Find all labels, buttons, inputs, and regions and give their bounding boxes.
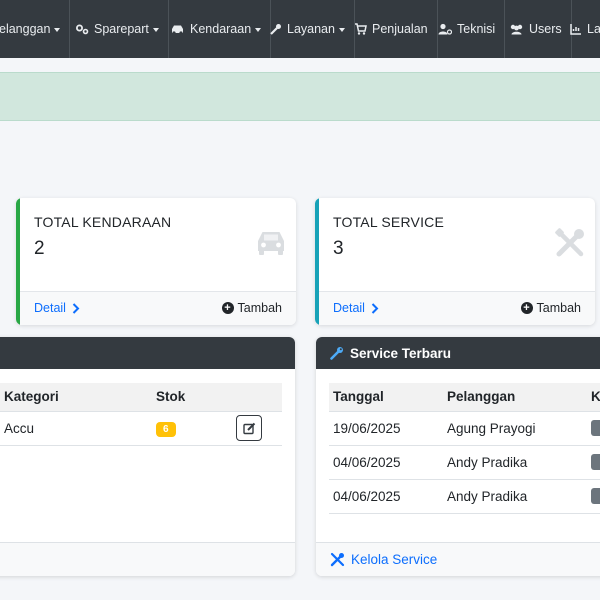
tools-icon xyxy=(553,226,587,265)
plus-circle-icon: + xyxy=(221,302,234,314)
card-footer: Detail + Tambah xyxy=(319,291,595,325)
car-icon xyxy=(172,25,183,35)
detail-label: Detail xyxy=(34,301,66,315)
status-badge xyxy=(591,420,600,437)
users-group-icon xyxy=(510,24,523,35)
col-header-stok: Stok xyxy=(152,383,232,412)
tambah-link[interactable]: + Tambah xyxy=(221,301,282,315)
nav-label: Teknisi xyxy=(457,22,496,36)
detail-link[interactable]: Detail xyxy=(333,301,379,315)
cell-status xyxy=(587,445,600,480)
nav-item-pelanggan[interactable]: elanggan xyxy=(0,0,71,58)
cell-stok: 6 xyxy=(152,411,232,446)
service-panel: Service Terbaru Tanggal Pelanggan K 19/0… xyxy=(316,337,600,576)
table-row: 04/06/2025 Andy Pradika xyxy=(329,445,600,480)
cogs-icon xyxy=(76,24,89,35)
detail-label: Detail xyxy=(333,301,365,315)
nav-item-kendaraan[interactable]: Kendaraan xyxy=(161,0,272,58)
col-header-pelanggan: Pelanggan xyxy=(443,383,587,412)
cell-tanggal: 19/06/2025 xyxy=(329,411,443,446)
card-value: 2 xyxy=(34,238,45,259)
plus-circle-icon: + xyxy=(520,302,533,314)
cell-kategori: Accu xyxy=(0,411,152,446)
table-header-row: Tanggal Pelanggan K xyxy=(329,383,600,412)
stok-badge: 6 xyxy=(156,421,176,437)
col-header-kategori: Kategori xyxy=(0,383,152,412)
nav-label: elanggan xyxy=(0,22,51,36)
kelola-service-label: Kelola Service xyxy=(351,552,438,567)
sparepart-panel: Kategori Stok Accu 6 xyxy=(0,337,295,576)
edit-button[interactable] xyxy=(236,415,262,441)
table-header-row: Kategori Stok xyxy=(0,383,282,412)
chevron-right-icon xyxy=(72,302,80,314)
cell-pelanggan: Andy Pradika xyxy=(443,479,587,514)
card-title: TOTAL SERVICE xyxy=(333,214,445,230)
cell-tanggal: 04/06/2025 xyxy=(329,445,443,480)
chart-icon xyxy=(570,24,581,35)
sparepart-table: Kategori Stok Accu 6 xyxy=(0,383,282,446)
card-footer: Detail + Tambah xyxy=(20,291,296,325)
tambah-label: Tambah xyxy=(536,301,581,315)
col-header-tanggal: Tanggal xyxy=(329,383,443,412)
caret-down-icon xyxy=(54,27,61,32)
col-header-k: K xyxy=(587,383,600,412)
detail-link[interactable]: Detail xyxy=(34,301,80,315)
service-table: Tanggal Pelanggan K 19/06/2025 Agung Pra… xyxy=(329,383,600,514)
edit-icon xyxy=(242,422,255,434)
card-title: TOTAL KENDARAAN xyxy=(34,214,172,230)
cell-status xyxy=(587,411,600,446)
nav-label: Sparepart xyxy=(94,22,149,36)
kelola-service-link[interactable]: Kelola Service xyxy=(316,542,600,576)
cell-aksi xyxy=(232,411,282,446)
status-badge xyxy=(591,454,600,471)
table-row: 19/06/2025 Agung Prayogi xyxy=(329,411,600,446)
nav-item-sparepart[interactable]: Sparepart xyxy=(66,0,169,58)
cell-pelanggan: Agung Prayogi xyxy=(443,411,587,446)
tambah-label: Tambah xyxy=(237,301,282,315)
tools-icon xyxy=(330,552,345,567)
wrench-icon xyxy=(270,24,281,35)
panel-header xyxy=(0,337,295,369)
wrench-icon xyxy=(330,347,343,360)
content-header xyxy=(0,121,600,181)
status-badge xyxy=(591,488,600,505)
user-gear-icon xyxy=(438,23,452,35)
car-icon xyxy=(254,228,288,261)
nav-label: Kendaraan xyxy=(190,22,252,36)
panel-footer xyxy=(0,542,295,576)
col-header-aksi xyxy=(232,383,282,412)
card-value: 3 xyxy=(333,238,344,259)
nav-label: Penjualan xyxy=(372,22,428,36)
nav-item-penjualan[interactable]: Penjualan xyxy=(345,0,438,58)
nav-item-teknisi[interactable]: Teknisi xyxy=(429,0,506,58)
panel-title: Service Terbaru xyxy=(350,345,452,361)
chevron-right-icon xyxy=(371,302,379,314)
nav-label: Lap xyxy=(587,22,600,36)
card-total-service: TOTAL SERVICE 3 Detail + Tambah xyxy=(315,198,595,325)
table-row: Accu 6 xyxy=(0,411,282,446)
top-navbar: elanggan Sparepart Kendaraan Layanan Pen… xyxy=(0,0,600,58)
nav-label: Users xyxy=(529,22,562,36)
nav-item-layanan[interactable]: Layanan xyxy=(261,0,355,58)
cell-pelanggan: Andy Pradika xyxy=(443,445,587,480)
caret-down-icon xyxy=(152,27,159,32)
success-alert xyxy=(0,72,600,121)
cell-tanggal: 04/06/2025 xyxy=(329,479,443,514)
panel-header: Service Terbaru xyxy=(316,337,600,369)
cart-icon xyxy=(355,23,367,35)
nav-item-laporan[interactable]: Lap xyxy=(561,0,600,58)
cell-status xyxy=(587,479,600,514)
tambah-link[interactable]: + Tambah xyxy=(520,301,581,315)
table-row: 04/06/2025 Andy Pradika xyxy=(329,479,600,514)
nav-label: Layanan xyxy=(287,22,335,36)
card-total-kendaraan: TOTAL KENDARAAN 2 Detail + Tambah xyxy=(16,198,296,325)
